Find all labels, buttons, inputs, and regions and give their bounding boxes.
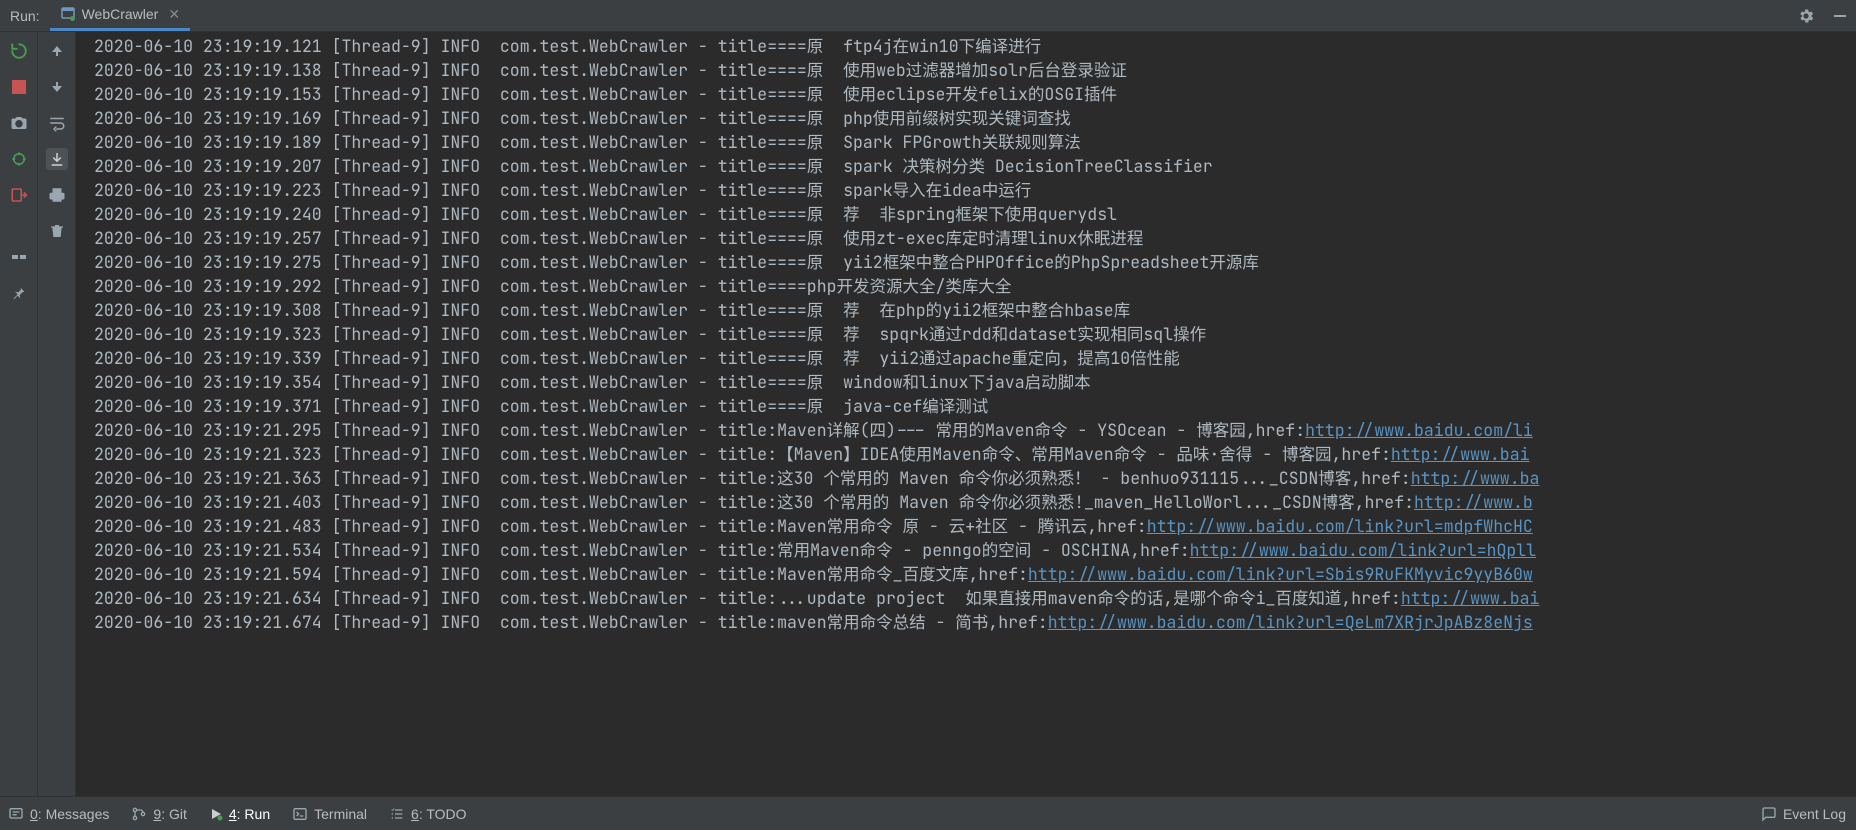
console-link[interactable]: http://www.baidu.com/link?url=QeLm7XRjrJ… [1048,611,1533,633]
console-line: 2020-06-10 23:19:19.257 [Thread-9] INFO … [94,226,1856,250]
bb-label: 9: Git [153,806,186,822]
bb-label: 6: TODO [411,806,467,822]
console-link[interactable]: http://www.ba [1411,467,1540,489]
console-line: 2020-06-10 23:19:21.483 [Thread-9] INFO … [94,514,1856,538]
stop-icon[interactable] [8,76,30,98]
gear-icon[interactable] [1796,6,1816,26]
console-line: 2020-06-10 23:19:19.339 [Thread-9] INFO … [94,346,1856,370]
console-line: 2020-06-10 23:19:21.323 [Thread-9] INFO … [94,442,1856,466]
console-text: 2020-06-10 23:19:19.121 [Thread-9] INFO … [76,32,1856,636]
bottom-tool-bar: 0: Messages 9: Git 4: Run Terminal 6: TO… [0,796,1856,830]
bb-label: 4: Run [229,806,270,822]
console-link[interactable]: http://www.baidu.com/li [1305,419,1533,441]
console-line: 2020-06-10 23:19:21.594 [Thread-9] INFO … [94,562,1856,586]
run-tab[interactable]: WebCrawler ✕ [50,0,191,31]
git-tab[interactable]: 9: Git [131,806,186,822]
console-link[interactable]: http://www.bai [1401,587,1540,609]
console-actions-gutter [38,32,76,796]
console-line: 2020-06-10 23:19:19.275 [Thread-9] INFO … [94,250,1856,274]
run-tab-name: WebCrawler [82,6,159,22]
debug-icon[interactable] [8,148,30,170]
console-link[interactable]: http://www.b [1414,491,1533,513]
console-line: 2020-06-10 23:19:19.138 [Thread-9] INFO … [94,58,1856,82]
console-line: 2020-06-10 23:19:21.295 [Thread-9] INFO … [94,418,1856,442]
messages-tab[interactable]: 0: Messages [8,806,109,822]
exit-icon[interactable] [8,184,30,206]
console-link[interactable]: http://www.baidu.com/link?url=mdpfWhcHC [1147,515,1533,537]
console-line: 2020-06-10 23:19:21.534 [Thread-9] INFO … [94,538,1856,562]
scroll-to-end-icon[interactable] [46,148,68,170]
console-line: 2020-06-10 23:19:21.674 [Thread-9] INFO … [94,610,1856,634]
soft-wrap-icon[interactable] [46,112,68,134]
console-line: 2020-06-10 23:19:19.292 [Thread-9] INFO … [94,274,1856,298]
console-line: 2020-06-10 23:19:19.169 [Thread-9] INFO … [94,106,1856,130]
minimize-icon[interactable] [1830,6,1850,26]
console-line: 2020-06-10 23:19:19.371 [Thread-9] INFO … [94,394,1856,418]
console-line: 2020-06-10 23:19:19.240 [Thread-9] INFO … [94,202,1856,226]
down-icon[interactable] [46,76,68,98]
console-link[interactable]: http://www.baidu.com/link?url=Sbis9RuFKM… [1028,563,1533,585]
run-actions-gutter [0,32,38,796]
console-line: 2020-06-10 23:19:19.308 [Thread-9] INFO … [94,298,1856,322]
console-line: 2020-06-10 23:19:21.634 [Thread-9] INFO … [94,586,1856,610]
run-config-icon [60,6,76,22]
console-line: 2020-06-10 23:19:19.207 [Thread-9] INFO … [94,154,1856,178]
panel-label: Run: [0,0,50,31]
console-link[interactable]: http://www.bai [1391,443,1530,465]
console-line: 2020-06-10 23:19:19.354 [Thread-9] INFO … [94,370,1856,394]
bb-label: Terminal [314,806,367,822]
up-icon[interactable] [46,40,68,62]
trash-icon[interactable] [46,220,68,242]
console-view[interactable]: 2020-06-10 23:19:19.121 [Thread-9] INFO … [76,32,1856,796]
print-icon[interactable] [46,184,68,206]
event-log-label: Event Log [1783,806,1846,822]
todo-tab[interactable]: 6: TODO [389,806,467,822]
close-icon[interactable]: ✕ [168,6,180,23]
rerun-icon[interactable] [8,40,30,62]
pin-icon[interactable] [8,282,30,304]
console-link[interactable]: http://www.baidu.com/link?url=hQpll [1190,539,1537,561]
run-tab-bottom[interactable]: 4: Run [209,806,270,822]
run-tool-window-header: Run: WebCrawler ✕ [0,0,1856,32]
console-line: 2020-06-10 23:19:21.403 [Thread-9] INFO … [94,490,1856,514]
camera-icon[interactable] [8,112,30,134]
console-line: 2020-06-10 23:19:19.189 [Thread-9] INFO … [94,130,1856,154]
console-line: 2020-06-10 23:19:19.223 [Thread-9] INFO … [94,178,1856,202]
console-line: 2020-06-10 23:19:19.323 [Thread-9] INFO … [94,322,1856,346]
run-body: 2020-06-10 23:19:19.121 [Thread-9] INFO … [0,32,1856,796]
terminal-tab[interactable]: Terminal [292,806,367,822]
layout-icon[interactable] [8,246,30,268]
console-line: 2020-06-10 23:19:19.121 [Thread-9] INFO … [94,34,1856,58]
event-log[interactable]: Event Log [1761,806,1846,822]
console-line: 2020-06-10 23:19:19.153 [Thread-9] INFO … [94,82,1856,106]
console-line: 2020-06-10 23:19:21.363 [Thread-9] INFO … [94,466,1856,490]
bb-label: 0: Messages [30,806,109,822]
